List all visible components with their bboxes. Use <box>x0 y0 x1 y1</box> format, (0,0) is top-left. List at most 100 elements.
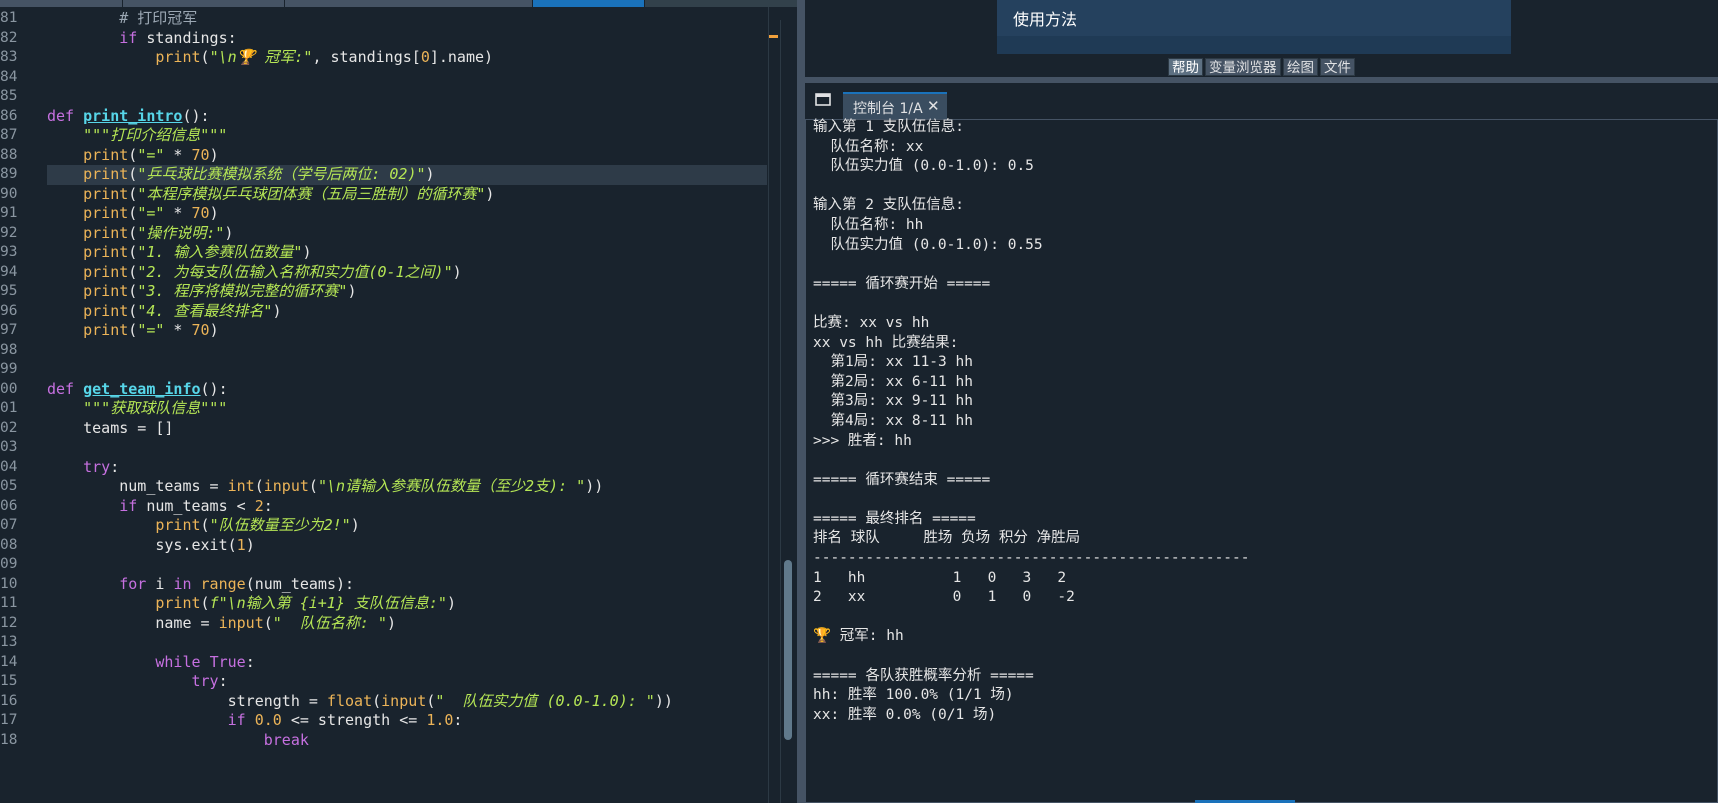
editor-scrollbar-thumb[interactable] <box>784 560 792 740</box>
code-line[interactable]: teams = [] <box>47 419 767 439</box>
code-line[interactable]: while True: <box>47 653 767 673</box>
code-token: try <box>47 672 219 690</box>
code-editor[interactable]: 81 82 83 84 85 86 87 88 89 90 91 92 93 94 95 96 97 98 99 00… <box>0 0 797 803</box>
line-number: 84 <box>0 68 18 85</box>
code-line[interactable]: print("操作说明:") <box>47 224 767 244</box>
code-line[interactable]: print("=" * 70) <box>47 204 767 224</box>
line-number: 00 <box>0 380 18 397</box>
code-line[interactable]: print("本程序模拟乒乓球团体赛（五局三胜制）的循环赛") <box>47 185 767 205</box>
console-line: xx vs hh 比赛结果: <box>813 334 959 351</box>
tab-help[interactable]: 帮助 <box>1168 58 1203 76</box>
console-line: 🏆 冠军: hh <box>813 628 904 645</box>
console-tab[interactable]: 控制台 1/A ✕ <box>843 92 947 120</box>
code-line[interactable]: print(f"\n输入第 {i+1} 支队伍信息:") <box>47 594 767 614</box>
line-number: 09 <box>0 556 18 572</box>
editor-tab[interactable] <box>285 0 533 7</box>
code-token: )) <box>585 477 604 495</box>
code-line[interactable]: try: <box>47 458 767 478</box>
code-token: (): <box>200 379 228 398</box>
editor-tab-active[interactable] <box>533 0 645 7</box>
line-number: 11 <box>0 595 18 611</box>
console-line: 第3局: xx 9-11 hh <box>813 393 973 410</box>
code-token: ( <box>128 321 138 339</box>
tab-variable-explorer[interactable]: 变量浏览器 <box>1205 58 1281 76</box>
code-token: 70 <box>191 145 210 164</box>
code-token: : <box>218 672 228 690</box>
code-line[interactable]: try: <box>47 672 767 692</box>
code-token: "2. 为每支队伍输入名称和实力值(0-1之间)" <box>137 262 453 281</box>
code-line[interactable] <box>47 438 767 458</box>
code-token: * <box>164 204 192 222</box>
code-line[interactable]: if 0.0 <= strength <= 1.0: <box>47 711 767 731</box>
code-token: "本程序模拟乒乓球团体赛（五局三胜制）的循环赛" <box>137 184 486 203</box>
code-line[interactable]: if num_teams < 2: <box>47 497 767 517</box>
code-token: ( <box>200 516 210 534</box>
line-number: 06 <box>0 497 18 514</box>
tab-files[interactable]: 文件 <box>1320 58 1355 76</box>
code-line[interactable]: # 打印冠军 <box>47 9 767 29</box>
code-line[interactable] <box>47 68 767 88</box>
code-line[interactable]: def get_team_info(): <box>47 380 767 400</box>
code-line[interactable]: print("=" * 70) <box>47 321 767 341</box>
code-line[interactable]: """获取球队信息""" <box>47 399 767 419</box>
code-line[interactable]: break <box>47 731 767 751</box>
code-line[interactable] <box>47 633 767 653</box>
code-token: "=" <box>137 321 165 339</box>
code-line[interactable]: """打印介绍信息""" <box>47 126 767 146</box>
line-number: 16 <box>0 692 18 709</box>
code-line[interactable]: if standings: <box>47 29 767 49</box>
console-line: 队伍名称: xx <box>813 138 924 155</box>
line-number: 04 <box>0 458 18 475</box>
code-line[interactable]: for i in range(num_teams): <box>47 575 767 595</box>
console-line: 输入第 1 支队伍信息: <box>813 119 964 135</box>
code-token: "\n🏆 冠军:" <box>209 48 313 66</box>
line-number: 82 <box>0 29 18 46</box>
close-icon[interactable]: ✕ <box>927 97 940 115</box>
warning-flag-marker[interactable] <box>769 35 778 38</box>
editor-tab[interactable] <box>123 0 285 7</box>
editor-scrollbar[interactable] <box>780 20 795 803</box>
code-line[interactable]: print("=" * 70) <box>47 146 767 166</box>
code-line[interactable] <box>47 555 767 575</box>
code-line[interactable] <box>47 341 767 361</box>
code-token: print <box>47 516 201 534</box>
code-area[interactable]: # 打印冠军 if standings: print("\n🏆 冠军:", st… <box>47 7 767 803</box>
code-line[interactable]: print("\n🏆 冠军:", standings[0].name) <box>47 48 767 68</box>
code-line[interactable]: print("3. 程序将模拟完整的循环赛") <box>47 282 767 302</box>
code-token: num_teams < <box>137 496 255 515</box>
vertical-splitter[interactable] <box>797 0 805 803</box>
code-line[interactable]: num_teams = int(input("\n请输入参赛队伍数量（至少2支)… <box>47 477 767 497</box>
console-line: hh: 胜率 100.0% (1/1 场) <box>813 687 1014 704</box>
code-token: ( <box>128 243 138 261</box>
code-token: 0 <box>420 48 430 66</box>
line-number: 96 <box>0 302 18 319</box>
console-output[interactable]: 输入第 1 支队伍信息: 队伍名称: xx 队伍实力值 (0.0-1.0): 0… <box>805 119 1718 803</box>
code-token: ) <box>209 204 219 222</box>
code-token: print <box>47 204 129 222</box>
folder-icon[interactable] <box>815 92 831 106</box>
code-token: <= strength <= <box>281 711 427 729</box>
code-line[interactable]: print("1. 输入参赛队伍数量") <box>47 243 767 263</box>
code-line[interactable]: print("队伍数量至少为2!") <box>47 516 767 536</box>
line-number: 81 <box>0 10 18 26</box>
code-line[interactable]: print("2. 为每支队伍输入名称和实力值(0-1之间)") <box>47 263 767 283</box>
code-token: ) <box>350 516 360 534</box>
code-line[interactable]: print("4. 查看最终排名") <box>47 302 767 322</box>
code-token: print_intro <box>83 106 183 125</box>
code-token: )) <box>654 691 673 710</box>
tab-plots[interactable]: 绘图 <box>1283 58 1318 76</box>
code-line[interactable] <box>47 360 767 380</box>
editor-tab[interactable] <box>0 0 123 7</box>
line-number: 10 <box>0 575 18 592</box>
current-code-line[interactable]: print("乒乓球比赛模拟系统（学号后两位: 02)") <box>47 165 767 185</box>
code-line[interactable]: name = input(" 队伍名称: ") <box>47 614 767 634</box>
code-line[interactable] <box>47 87 767 107</box>
code-line[interactable]: strength = float(input(" 队伍实力值 (0.0-1.0)… <box>47 692 767 712</box>
code-line[interactable]: sys.exit(1) <box>47 536 767 556</box>
code-token: "1. 输入参赛队伍数量" <box>137 243 303 261</box>
code-line[interactable]: def print_intro(): <box>47 107 767 127</box>
